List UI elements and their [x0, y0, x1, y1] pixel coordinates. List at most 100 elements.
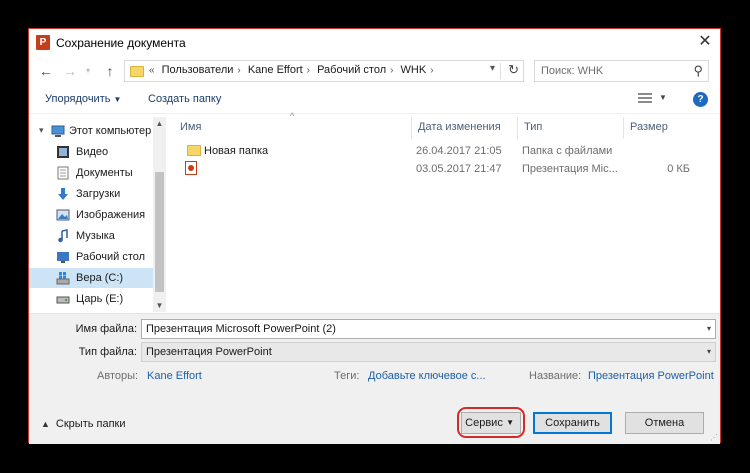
address-dropdown-icon[interactable]: ▾	[490, 63, 495, 74]
sidebar-item-label: Этот компьютер	[69, 125, 152, 137]
filename-value: Презентация Microsoft PowerPoint (2)	[146, 323, 336, 335]
chevron-down-icon[interactable]: ▾	[39, 125, 44, 136]
filename-label: Имя файла:	[75, 323, 137, 335]
sidebar-item-drive-e[interactable]: Царь (E:)	[29, 289, 153, 309]
breadcrumb-item[interactable]: Рабочий стол	[317, 64, 386, 76]
documents-icon	[57, 166, 69, 180]
sidebar-scrollbar[interactable]: ▲ ▼	[153, 117, 166, 312]
close-icon: ✕	[698, 33, 712, 50]
tags-input[interactable]: Добавьте ключевое с...	[368, 370, 486, 382]
file-type: Презентация Mic...	[522, 163, 618, 175]
file-list: Имя ^ Дата изменения Тип Размер Новая па…	[174, 111, 704, 312]
sidebar-item-music[interactable]: Музыка	[29, 226, 153, 246]
column-header-type[interactable]: Тип	[518, 117, 624, 139]
column-header-name[interactable]: Имя ^	[174, 111, 412, 139]
search-icon: ⚲	[693, 63, 703, 78]
file-type: Папка с файлами	[522, 145, 613, 157]
folder-icon	[130, 66, 144, 77]
save-button[interactable]: Сохранить	[533, 412, 612, 434]
forward-arrow-icon: →	[63, 63, 77, 79]
filetype-label: Тип файла:	[78, 346, 137, 358]
up-button[interactable]: ↑	[101, 62, 119, 80]
sidebar-item-documents[interactable]: Документы	[29, 163, 153, 183]
window-title: Сохранение документа	[56, 36, 186, 50]
divider	[500, 63, 501, 79]
column-header-label: Имя	[180, 121, 202, 133]
new-folder-button[interactable]: Создать папку	[148, 93, 221, 105]
breadcrumb-item[interactable]: Пользователи	[162, 64, 234, 76]
sidebar-item-video[interactable]: Видео	[29, 142, 153, 162]
recent-locations-button[interactable]: ▾	[79, 62, 97, 80]
filetype-value: Презентация PowerPoint	[146, 346, 272, 358]
sidebar-item-label: Рабочий стол	[76, 251, 146, 263]
close-button[interactable]: ✕	[696, 33, 714, 51]
chevron-down-icon[interactable]: ▼	[659, 93, 667, 102]
column-header-date[interactable]: Дата изменения	[412, 117, 518, 139]
chevron-down-icon: ▾	[706, 347, 711, 356]
filetype-select[interactable]: Презентация PowerPoint ▾	[141, 342, 716, 362]
powerpoint-app-icon: P	[36, 35, 50, 50]
downloads-icon	[58, 188, 68, 200]
file-date: 03.05.2017 21:47	[416, 163, 502, 175]
save-options-panel: Имя файла: Презентация Microsoft PowerPo…	[29, 314, 720, 444]
chevron-down-icon: ▾	[85, 66, 90, 75]
sidebar-item-drive-c[interactable]: Вера (C:)	[29, 268, 153, 288]
refresh-icon[interactable]: ↻	[508, 62, 519, 78]
chevron-right-icon[interactable]: ›	[390, 65, 393, 76]
authors-label: Авторы:	[97, 370, 139, 382]
sidebar-item-label: Вера (C:)	[76, 272, 124, 284]
windows-drive-icon	[56, 272, 70, 285]
chevron-right-icon[interactable]: ›	[307, 65, 310, 76]
address-bar[interactable]: « Пользователи › Kane Effort › Рабочий сто…	[124, 60, 524, 82]
table-row[interactable]: Новая папка 26.04.2017 21:05 Папка с фай…	[174, 142, 704, 160]
organize-button[interactable]: Упорядочить ▼	[45, 93, 121, 105]
save-label: Сохранить	[545, 417, 600, 429]
chevron-up-icon: ▲	[41, 419, 50, 429]
resize-grip-icon[interactable]: ⋰	[710, 433, 718, 442]
hide-folders-button[interactable]: ▲ Скрыть папки	[41, 418, 126, 430]
chevron-right-icon[interactable]: ›	[430, 65, 433, 76]
cancel-button[interactable]: Отмена	[625, 412, 704, 434]
help-icon[interactable]: ?	[693, 92, 708, 107]
column-header-label: Дата изменения	[418, 121, 501, 133]
column-header-size[interactable]: Размер	[624, 117, 704, 139]
forward-button[interactable]: →	[61, 62, 79, 80]
sidebar-item-pictures[interactable]: Изображения	[29, 205, 153, 225]
sidebar-item-label: Музыка	[76, 230, 115, 242]
column-header-label: Размер	[630, 121, 668, 133]
tools-highlight-outline	[457, 407, 525, 438]
new-folder-label: Создать папку	[148, 93, 222, 105]
breadcrumb: « Пользователи › Kane Effort › Рабочий сто…	[149, 64, 438, 76]
back-button[interactable]: ←	[37, 62, 55, 80]
search-placeholder: Поиск: WHK	[541, 65, 604, 77]
breadcrumb-item[interactable]: WHK	[401, 64, 427, 76]
navigation-bar: ← → ▾ ↑ « Пользователи › Kane Effort › Раб…	[29, 59, 720, 85]
sidebar-item-this-pc[interactable]: ▾ Этот компьютер	[29, 121, 153, 141]
sidebar-item-desktop[interactable]: Рабочий стол	[29, 247, 153, 267]
drive-icon	[56, 296, 70, 304]
command-bar: Упорядочить ▼ Создать папку ▼ ?	[29, 87, 720, 114]
overflow-chevron-icon[interactable]: «	[149, 65, 155, 76]
chevron-down-icon[interactable]: ▾	[707, 324, 711, 333]
scrollbar-thumb[interactable]	[155, 172, 164, 292]
desktop-icon	[57, 252, 69, 263]
title-label: Название:	[529, 370, 582, 382]
chevron-right-icon[interactable]: ›	[237, 65, 240, 76]
scroll-up-icon[interactable]: ▲	[153, 117, 166, 130]
tags-label: Теги:	[334, 370, 360, 382]
file-name: Новая папка	[204, 145, 269, 157]
chevron-down-icon: ▼	[113, 95, 122, 104]
column-header-label: Тип	[524, 121, 543, 133]
sidebar-item-downloads[interactable]: Загрузки	[29, 184, 153, 204]
breadcrumb-item[interactable]: Kane Effort	[248, 64, 303, 76]
table-row[interactable]: 03.05.2017 21:47 Презентация Mic... 0 КБ	[174, 160, 704, 178]
authors-value[interactable]: Kane Effort	[147, 370, 202, 382]
pictures-icon	[56, 209, 70, 221]
computer-icon	[51, 125, 65, 137]
scroll-down-icon[interactable]: ▼	[153, 299, 166, 312]
search-input[interactable]: Поиск: WHK ⚲	[534, 60, 709, 82]
view-options-icon[interactable]	[638, 93, 652, 104]
sidebar-item-label: Документы	[76, 167, 133, 179]
title-input[interactable]: Презентация PowerPoint	[588, 370, 714, 382]
filename-input[interactable]: Презентация Microsoft PowerPoint (2) ▾	[141, 319, 716, 339]
